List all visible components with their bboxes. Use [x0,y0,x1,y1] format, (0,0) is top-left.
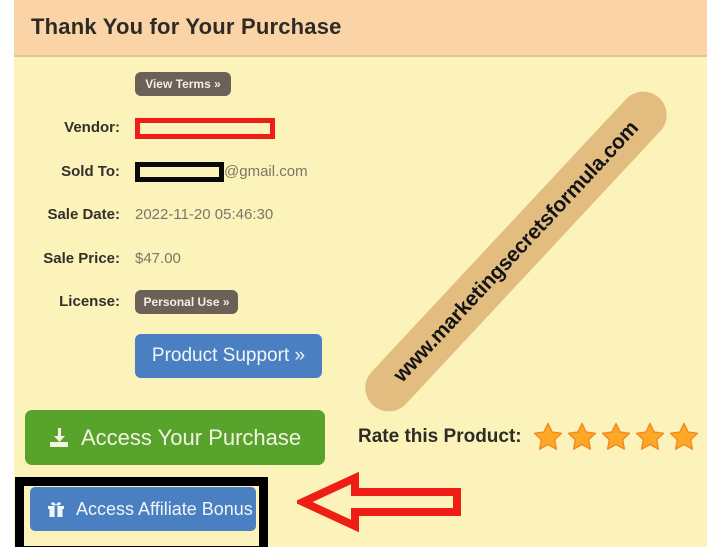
detail-row-sale-date: Sale Date: 2022-11-20 05:46:30 [14,203,434,227]
license-personal-use-button[interactable]: Personal Use » [135,290,238,314]
product-rating: Rate this Product: [358,420,702,454]
product-support-label: Product Support » [151,345,306,366]
rate-this-product-label: Rate this Product: [358,426,522,447]
sold-to-redaction-box [135,162,224,182]
sold-to-email-domain: @gmail.com [224,163,308,180]
annotation-arrow-icon [293,471,463,533]
star-icon[interactable] [600,421,632,453]
purchase-receipt-card: Thank You for Your Purchase View Terms »… [14,0,707,547]
license-label: License: [59,293,120,310]
detail-row-vendor: Vendor: [14,116,434,140]
vendor-redaction-box [135,118,275,139]
detail-row-sold-to: Sold To: @gmail.com [14,160,434,184]
sale-date-label: Sale Date: [47,206,120,223]
star-icon[interactable] [668,421,700,453]
star-icon[interactable] [532,421,564,453]
view-terms-button[interactable]: View Terms » [135,72,231,96]
sale-price-value: $47.00 [135,250,181,267]
page-title: Thank You for Your Purchase [31,14,342,39]
access-your-purchase-button[interactable]: Access Your Purchase [25,410,325,465]
download-icon [47,426,71,450]
star-rating-widget[interactable] [532,421,702,453]
star-icon[interactable] [634,421,666,453]
detail-row-sale-price: Sale Price: $47.00 [14,247,434,271]
screenshot-root: Thank You for Your Purchase View Terms »… [0,0,707,547]
annotation-highlight-rectangle [15,477,268,547]
card-header: Thank You for Your Purchase [14,0,707,57]
sale-date-value: 2022-11-20 05:46:30 [135,206,274,223]
sold-to-label: Sold To: [61,163,120,180]
product-support-button[interactable]: Product Support » [135,334,322,378]
sale-price-label: Sale Price: [43,250,120,267]
access-your-purchase-label: Access Your Purchase [81,424,302,450]
vendor-label: Vendor: [64,119,120,136]
star-icon[interactable] [566,421,598,453]
